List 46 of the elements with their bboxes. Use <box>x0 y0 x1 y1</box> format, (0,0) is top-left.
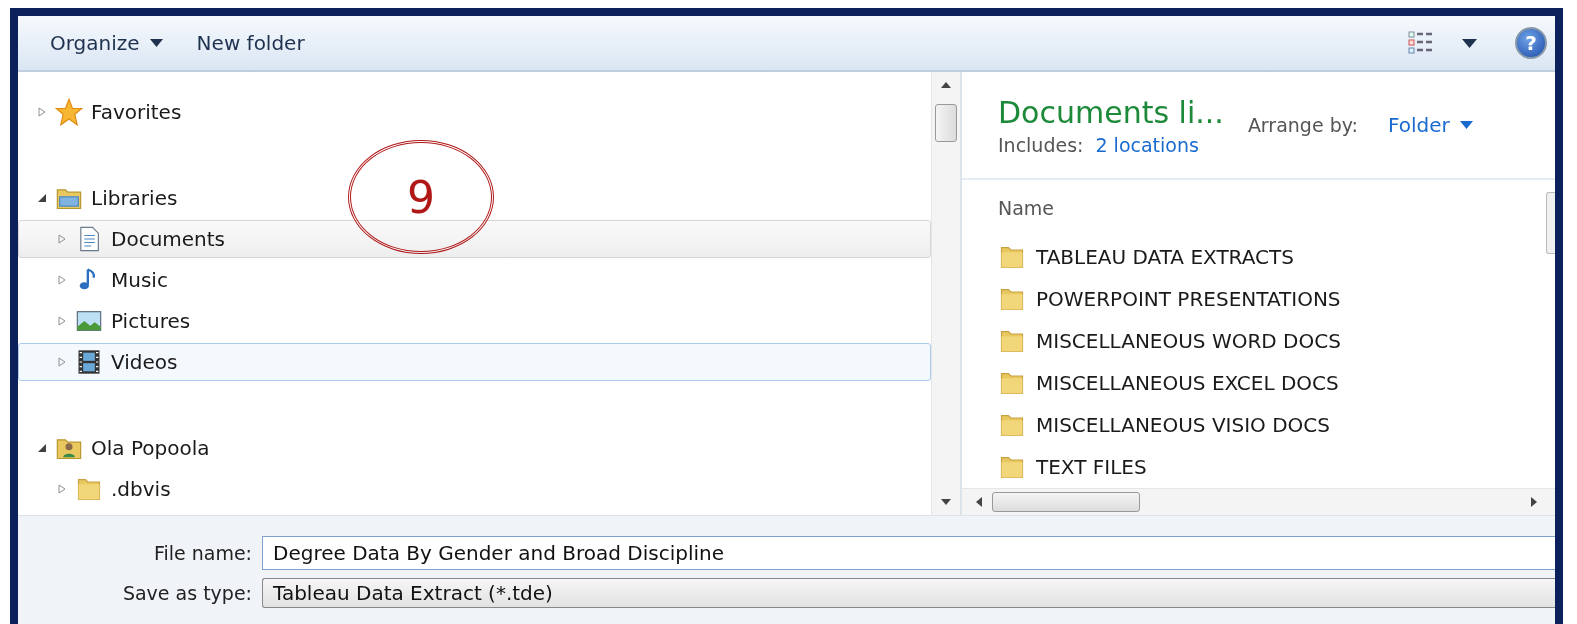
library-title: Documents li... <box>998 94 1224 130</box>
tree-item[interactable]: Pictures <box>18 302 200 340</box>
expanded-arrow-icon[interactable] <box>37 443 47 453</box>
horizontal-scrollbar[interactable] <box>962 488 1555 515</box>
caret-icon <box>149 39 163 47</box>
arrange-by-label: Arrange by: <box>1247 114 1358 136</box>
scrollbar-thumb[interactable] <box>992 492 1140 512</box>
tree-item[interactable]: Music <box>18 261 177 299</box>
collapsed-arrow-icon[interactable] <box>37 107 47 117</box>
caret-icon[interactable] <box>1462 38 1477 48</box>
scroll-left-icon[interactable] <box>976 497 982 507</box>
tree-item[interactable]: Ola Popoola <box>18 429 219 467</box>
includes-label: Includes: <box>998 133 1084 156</box>
vertical-scrollbar[interactable] <box>1546 192 1555 254</box>
arrange-by-dropdown[interactable]: Folder <box>1381 112 1479 138</box>
tree-item[interactable]: Favorites <box>18 93 191 131</box>
new-folder-button[interactable]: New folder <box>186 25 315 61</box>
scroll-up-icon[interactable] <box>941 82 951 88</box>
collapsed-arrow-icon[interactable] <box>57 316 67 326</box>
collapsed-arrow-icon[interactable] <box>57 357 67 367</box>
tree-item[interactable]: Documents <box>18 220 931 258</box>
locations-link[interactable]: 2 locations <box>1095 133 1199 156</box>
folder-item[interactable]: MISCELLANEOUS VISIO DOCS <box>998 404 1555 446</box>
folder-item[interactable]: MISCELLANEOUS WORD DOCS <box>998 320 1555 362</box>
folder-item[interactable]: TEXT FILES <box>998 446 1555 488</box>
folder-item[interactable]: MISCELLANEOUS EXCEL DOCS <box>998 362 1555 404</box>
collapsed-arrow-icon[interactable] <box>57 275 67 285</box>
folder-item[interactable]: TABLEAU DATA EXTRACTS <box>998 236 1555 278</box>
tree-item[interactable]: Videos <box>18 343 931 381</box>
file-name-label: File name: <box>152 542 252 564</box>
scroll-down-icon[interactable] <box>941 499 951 505</box>
save-as-type-dropdown[interactable]: Tableau Data Extract (*.tde) <box>262 578 1555 608</box>
caret-icon <box>1459 121 1473 129</box>
save-as-type-label: Save as type: <box>121 582 252 604</box>
folder-item[interactable]: POWERPOINT PRESENTATIONS <box>998 278 1555 320</box>
organize-button[interactable]: Organize <box>40 25 173 61</box>
scroll-right-icon[interactable] <box>1531 497 1537 507</box>
file-name-field[interactable]: Degree Data By Gender and Broad Discipline <box>262 536 1555 570</box>
tree-item[interactable]: .dbvis <box>18 470 180 508</box>
collapsed-arrow-icon[interactable] <box>57 234 67 244</box>
scrollbar-thumb[interactable] <box>935 104 957 142</box>
star-icon <box>55 98 83 126</box>
column-header[interactable]: Name <box>998 197 1055 219</box>
collapsed-arrow-icon[interactable] <box>57 484 67 494</box>
expanded-arrow-icon[interactable] <box>37 193 47 203</box>
tree-item[interactable]: Libraries <box>18 179 187 217</box>
